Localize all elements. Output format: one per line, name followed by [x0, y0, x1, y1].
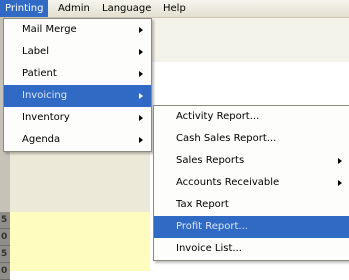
yellow-panel: [10, 212, 150, 271]
menu-printing[interactable]: Printing: [0, 0, 49, 17]
menu-item-label: Accounts Receivable: [176, 177, 280, 188]
menu-item-inventory[interactable]: Inventory: [4, 107, 151, 129]
menu-item-label: Sales Reports: [176, 155, 245, 166]
menu-help[interactable]: Help: [158, 0, 191, 17]
menu-item-cash-sales-report[interactable]: Cash Sales Report...: [154, 128, 349, 150]
left-column-cell: 0: [0, 229, 10, 246]
menu-item-label: Tax Report: [176, 199, 229, 210]
menu-admin[interactable]: Admin: [53, 0, 95, 17]
menu-item-agenda[interactable]: Agenda: [4, 129, 151, 151]
menu-item-activity-report[interactable]: Activity Report...: [154, 106, 349, 128]
left-column-cell: 0: [0, 263, 10, 280]
menu-item-label: Agenda: [22, 134, 61, 145]
chevron-right-icon: [139, 27, 143, 33]
left-column-cell: 5: [0, 246, 10, 263]
menu-item-sales-reports[interactable]: Sales Reports: [154, 150, 349, 172]
chevron-right-icon: [139, 137, 143, 143]
printing-menu: Mail Merge Label Patient Invoicing Inven…: [3, 18, 152, 152]
menu-item-invoice-list[interactable]: Invoice List...: [154, 238, 349, 260]
left-column-cell: 5: [0, 212, 10, 229]
menu-item-label: Cash Sales Report...: [176, 133, 277, 144]
menu-item-label: Profit Report...: [176, 221, 248, 232]
chevron-right-icon: [338, 180, 342, 186]
chevron-right-icon: [139, 49, 143, 55]
menu-item-profit-report[interactable]: Profit Report...: [154, 216, 349, 238]
menu-item-tax-report[interactable]: Tax Report: [154, 194, 349, 216]
menu-bar: Printing Admin Language Help: [0, 0, 349, 18]
menu-item-label: Label: [22, 46, 49, 57]
menu-item-mail-merge[interactable]: Mail Merge: [4, 19, 151, 41]
chevron-right-icon: [338, 158, 342, 164]
menu-item-label: Mail Merge: [22, 24, 77, 35]
menu-item-label: Inventory: [22, 112, 70, 123]
chevron-right-icon: [139, 71, 143, 77]
menu-item-label: Invoicing: [22, 90, 68, 101]
left-value-column: 5 0 5 0: [0, 212, 10, 280]
menu-item-label: Patient: [22, 68, 57, 79]
menu-item-patient[interactable]: Patient: [4, 63, 151, 85]
menu-item-label-submenu[interactable]: Label: [4, 41, 151, 63]
menu-item-label: Invoice List...: [176, 243, 242, 254]
chevron-right-icon: [139, 93, 143, 99]
toolbar-area: [150, 18, 349, 63]
chevron-right-icon: [139, 115, 143, 121]
menu-item-label: Activity Report...: [176, 111, 260, 122]
menu-item-invoicing[interactable]: Invoicing: [4, 85, 151, 107]
invoicing-submenu: Activity Report... Cash Sales Report... …: [153, 105, 349, 261]
menu-language[interactable]: Language: [97, 0, 156, 17]
menu-item-accounts-receivable[interactable]: Accounts Receivable: [154, 172, 349, 194]
